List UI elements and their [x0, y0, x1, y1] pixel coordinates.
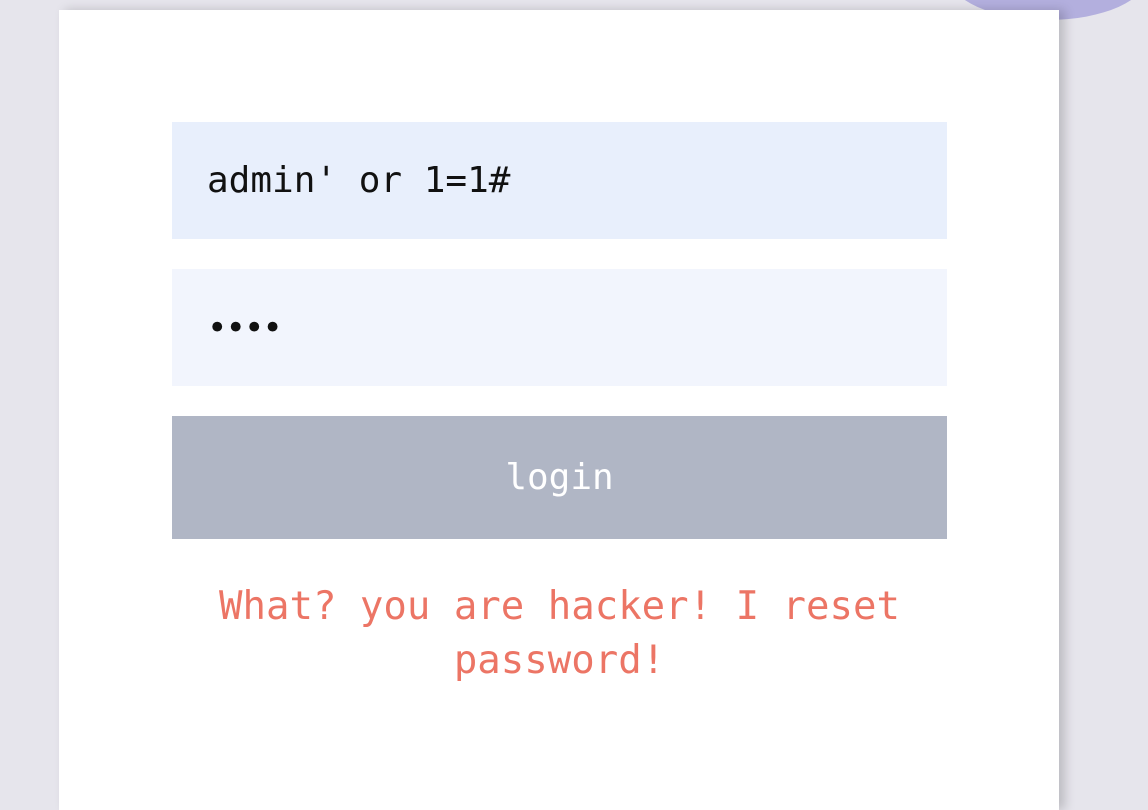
- login-card: login What? you are hacker! I reset pass…: [59, 10, 1059, 810]
- error-message: What? you are hacker! I reset password!: [219, 584, 900, 683]
- username-input[interactable]: [172, 122, 947, 239]
- password-input[interactable]: [172, 269, 947, 386]
- login-button[interactable]: login: [172, 416, 947, 539]
